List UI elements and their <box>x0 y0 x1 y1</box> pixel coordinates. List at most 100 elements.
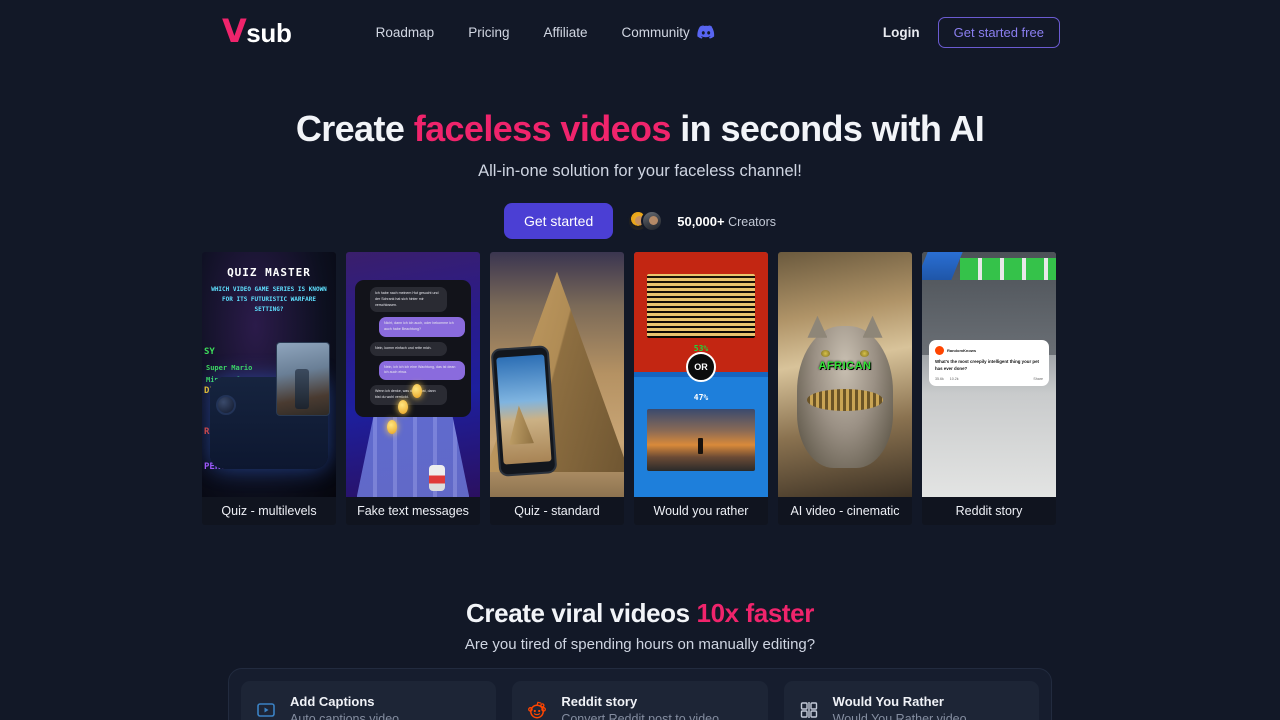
phone-screen <box>496 354 552 465</box>
reddit-avatar <box>935 346 944 355</box>
video-caption: AFRICAN <box>818 359 872 372</box>
hero-title: Create faceless videos in seconds with A… <box>0 106 1280 151</box>
split-panel-icon <box>798 699 820 720</box>
cat-eye <box>820 350 830 357</box>
get-started-button[interactable]: Get started <box>503 203 614 239</box>
hero-title-accent: faceless videos <box>413 108 672 149</box>
nav-link-affiliate[interactable]: Affiliate <box>543 25 587 40</box>
video-card-label: Fake text messages <box>346 497 480 525</box>
avatar <box>641 210 664 232</box>
feature-card-would-you-rather[interactable]: Would You Rather Would You Rather video <box>783 681 1039 720</box>
option-a-image <box>647 274 755 338</box>
video-card-quiz-standard[interactable]: Quiz - standard <box>490 252 624 525</box>
video-thumbnail: 53% OR 47% <box>634 252 768 497</box>
quiz-question: WHICH VIDEO GAME SERIES IS KNOWN FOR ITS… <box>211 286 327 314</box>
video-thumbnail <box>490 252 624 497</box>
hero-section: Create faceless videos in seconds with A… <box>0 106 1280 239</box>
grass-strip <box>959 258 1056 280</box>
creator-avatars <box>627 210 664 232</box>
video-thumbnail: QUIZ MASTER WHICH VIDEO GAME SERIES IS K… <box>202 252 336 497</box>
video-thumbnail: AFRICAN <box>778 252 912 497</box>
runner-character <box>429 465 446 491</box>
reddit-post-overlay: RandomKnows What's the most creepily int… <box>929 340 1049 387</box>
chat-message: Ich habe nach meinem Hut gesucht und der… <box>370 287 447 313</box>
video-card-ai-video-cinematic[interactable]: AFRICAN AI video - cinematic <box>778 252 912 525</box>
quiz-level: SY <box>204 347 215 357</box>
video-thumbnail: RandomKnows What's the most creepily int… <box>922 252 1056 497</box>
video-card-fake-text-messages[interactable]: Ich habe nach meinem Hut gesucht und der… <box>346 252 480 525</box>
viral-section: Create viral videos 10x faster Are you t… <box>0 598 1280 653</box>
video-card-label: Would you rather <box>634 497 768 525</box>
logo[interactable]: Vsub <box>222 15 292 49</box>
quiz-title: QUIZ MASTER <box>227 266 311 279</box>
hero-subtitle: All-in-one solution for your faceless ch… <box>478 162 802 180</box>
nav-link-roadmap[interactable]: Roadmap <box>376 25 435 40</box>
feature-description: Would You Rather video <box>832 712 967 720</box>
reddit-post-text: What's the most creepily intelligent thi… <box>935 359 1039 371</box>
reddit-author: RandomKnows <box>947 348 977 353</box>
cat-ear <box>862 315 883 338</box>
feature-title: Would You Rather <box>832 694 944 709</box>
social-proof-label: Creators <box>728 214 777 229</box>
video-card-label: Reddit story <box>922 497 1056 525</box>
feature-title: Reddit story <box>561 694 638 709</box>
discord-icon <box>697 25 715 39</box>
hero-title-after: in seconds with AI <box>670 108 985 149</box>
nav-link-label: Community <box>621 24 690 40</box>
reddit-post-header: RandomKnows <box>935 346 1043 355</box>
quiz-answer: Super Mario <box>206 364 253 372</box>
viral-title: Create viral videos 10x faster <box>0 598 1280 629</box>
inset-clip <box>276 342 330 416</box>
viral-subtitle: Are you tired of spending hours on manua… <box>464 636 816 653</box>
video-captions-icon <box>255 699 277 720</box>
nav-links: Roadmap Pricing Affiliate Community <box>376 25 715 40</box>
chat-message: Nicht, dann ich ich auch, oder bekomme i… <box>379 317 465 337</box>
login-button[interactable]: Login <box>883 25 920 40</box>
nav-link-pricing[interactable]: Pricing <box>468 25 509 40</box>
chat-message: Wenn ich denke, was du denkst, dann bist… <box>370 385 447 405</box>
chat-message: Nein, komm einfach und rette mich. <box>370 341 447 356</box>
landing-page: Vsub Roadmap Pricing Affiliate Community… <box>0 0 1280 720</box>
reddit-upvotes: 35.6k <box>935 377 944 382</box>
feature-card-add-captions[interactable]: Add Captions Auto captions video <box>241 681 497 720</box>
controller-stick <box>216 395 236 415</box>
viral-title-before: Create viral videos <box>466 598 697 628</box>
cat-ear <box>807 315 828 338</box>
nav-link-community[interactable]: Community <box>622 25 715 40</box>
feature-text: Add Captions Auto captions video <box>290 694 399 720</box>
logo-mark-icon: V <box>222 12 247 50</box>
chat-message: Nein, ich ich ich eine Wachtung, das ist… <box>379 360 465 380</box>
feature-text: Reddit story Convert Reddit post to vide… <box>561 694 719 720</box>
feature-panel: Add Captions Auto captions video Reddit … <box>228 668 1052 720</box>
video-card-would-you-rather[interactable]: 53% OR 47% Would you rather <box>634 252 768 525</box>
feature-description: Auto captions video <box>290 712 400 720</box>
video-card-label: Quiz - multilevels <box>202 497 336 525</box>
feature-title: Add Captions <box>290 694 375 709</box>
hero-title-before: Create <box>295 108 414 149</box>
feature-text: Would You Rather Would You Rather video <box>833 694 967 720</box>
viral-title-accent: 10x faster <box>696 598 815 628</box>
option-b-image <box>647 409 755 471</box>
feature-card-reddit-story[interactable]: Reddit story Convert Reddit post to vide… <box>512 681 768 720</box>
video-card-quiz-multilevels[interactable]: QUIZ MASTER WHICH VIDEO GAME SERIES IS K… <box>202 252 336 525</box>
coin-icon <box>398 400 408 414</box>
nav-right-actions: Login Get started free <box>883 16 1060 48</box>
feature-description: Convert Reddit post to video <box>561 712 720 720</box>
or-divider: OR <box>686 352 716 382</box>
get-started-free-button[interactable]: Get started free <box>937 16 1060 48</box>
coin-icon <box>387 420 397 434</box>
reddit-comments: 10.2k <box>949 377 959 382</box>
cat-collar <box>807 389 883 412</box>
nav-link-label: Affiliate <box>543 24 588 40</box>
reddit-post-meta: 35.6k 10.2k Share <box>935 377 1043 381</box>
hero-cta-row: Get started 50,000+ Creators <box>0 203 1280 239</box>
reddit-icon <box>526 699 548 720</box>
social-proof: 50,000+ Creators <box>677 214 776 229</box>
video-template-gallery: QUIZ MASTER WHICH VIDEO GAME SERIES IS K… <box>0 252 1280 525</box>
video-card-label: AI video - cinematic <box>778 497 912 525</box>
phone-graphic <box>490 345 558 477</box>
video-card-reddit-story[interactable]: RandomKnows What's the most creepily int… <box>922 252 1056 525</box>
social-proof-count: 50,000+ <box>677 213 725 229</box>
video-thumbnail: Ich habe nach meinem Hut gesucht und der… <box>346 252 480 497</box>
option-b-percent: 47% <box>693 393 709 402</box>
